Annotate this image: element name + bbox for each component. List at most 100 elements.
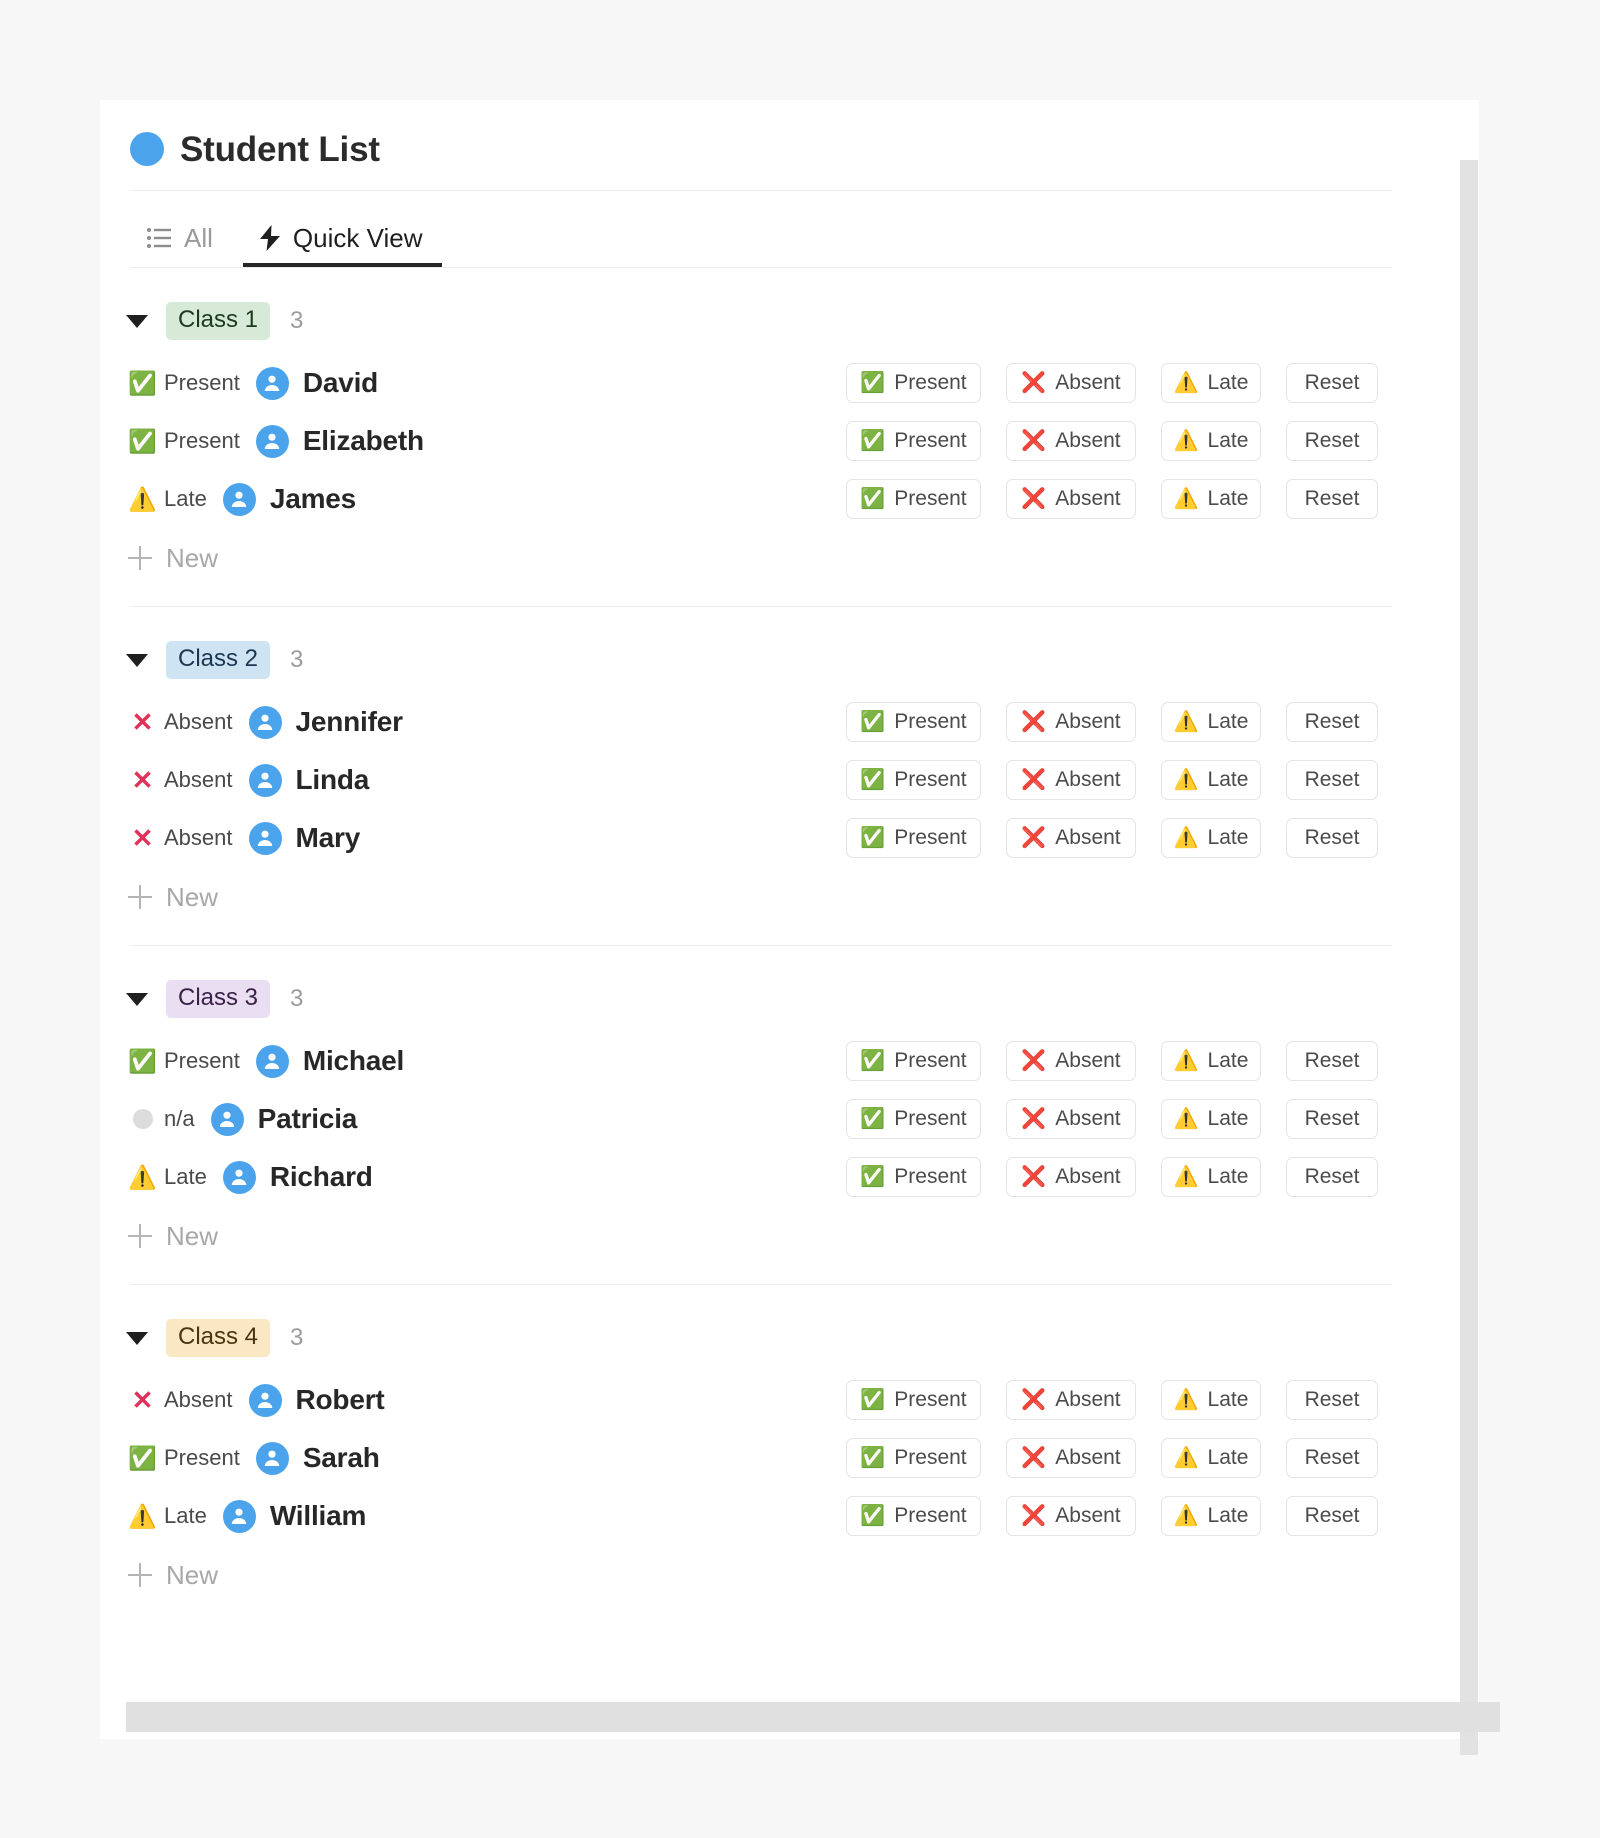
collapse-triangle-icon[interactable] xyxy=(126,653,148,667)
avatar xyxy=(222,1160,256,1194)
mark-absent-label: Absent xyxy=(1055,371,1121,394)
mark-present-button[interactable]: ✅ Present xyxy=(846,1157,981,1197)
mark-absent-button[interactable]: ❌ Absent xyxy=(1006,1438,1136,1478)
mark-reset-button[interactable]: Reset xyxy=(1286,818,1378,858)
mark-absent-button[interactable]: ❌ Absent xyxy=(1006,1496,1136,1536)
mark-absent-button[interactable]: ❌ Absent xyxy=(1006,1157,1136,1197)
status-late-icon: ⚠️ xyxy=(128,1502,157,1529)
collapse-triangle-icon[interactable] xyxy=(126,1331,148,1345)
mark-reset-button[interactable]: Reset xyxy=(1286,363,1378,403)
mark-late-label: Late xyxy=(1207,710,1249,733)
mark-reset-button[interactable]: Reset xyxy=(1286,702,1378,742)
mark-present-button[interactable]: ✅ Present xyxy=(846,1496,981,1536)
avatar xyxy=(222,482,256,516)
mark-late-button[interactable]: ⚠️ Late xyxy=(1161,421,1261,461)
mark-absent-button[interactable]: ❌ Absent xyxy=(1006,1380,1136,1420)
avatar xyxy=(255,1044,289,1078)
mark-present-label: Present xyxy=(894,1049,967,1072)
mark-reset-button[interactable]: Reset xyxy=(1286,760,1378,800)
green-check-box-icon: ✅ xyxy=(860,1447,886,1469)
mark-present-button[interactable]: ✅ Present xyxy=(846,479,981,519)
mark-present-button[interactable]: ✅ Present xyxy=(846,1438,981,1478)
student-status-label: Absent xyxy=(164,825,233,850)
mark-late-button[interactable]: ⚠️ Late xyxy=(1161,1041,1261,1081)
add-new-student-row[interactable]: New xyxy=(100,528,1422,572)
student-rows: ✅ Present David ✅ Present ❌ Absent ⚠️ Late Reset ✅… xyxy=(100,340,1422,528)
class-group-header[interactable]: Class 1 3 xyxy=(100,268,1422,340)
student-info: ✅ Present Sarah xyxy=(128,1441,830,1475)
mark-late-button[interactable]: ⚠️ Late xyxy=(1161,1099,1261,1139)
green-check-box-icon: ✅ xyxy=(860,1108,886,1130)
mark-reset-button[interactable]: Reset xyxy=(1286,1099,1378,1139)
mark-present-button[interactable]: ✅ Present xyxy=(846,421,981,461)
tab-all[interactable]: All xyxy=(130,207,233,267)
mark-late-button[interactable]: ⚠️ Late xyxy=(1161,479,1261,519)
add-new-student-row[interactable]: New xyxy=(100,867,1422,911)
mark-absent-button[interactable]: ❌ Absent xyxy=(1006,479,1136,519)
mark-reset-button[interactable]: Reset xyxy=(1286,421,1378,461)
add-new-student-row[interactable]: New xyxy=(100,1545,1422,1589)
student-info: ✕ Absent Jennifer xyxy=(130,705,830,739)
add-new-student-row[interactable]: New xyxy=(100,1206,1422,1250)
mark-late-button[interactable]: ⚠️ Late xyxy=(1161,1438,1261,1478)
student-status-label: Late xyxy=(164,486,207,511)
collapse-triangle-icon[interactable] xyxy=(126,314,148,328)
mark-absent-button[interactable]: ❌ Absent xyxy=(1006,760,1136,800)
red-cross-mark-icon: ❌ xyxy=(1021,1447,1047,1469)
class-group-header[interactable]: Class 3 3 xyxy=(100,946,1422,1018)
student-status: ✅ Present xyxy=(128,1048,240,1073)
mark-present-button[interactable]: ✅ Present xyxy=(846,818,981,858)
mark-late-button[interactable]: ⚠️ Late xyxy=(1161,1380,1261,1420)
red-cross-mark-icon: ❌ xyxy=(1021,488,1047,510)
mark-present-button[interactable]: ✅ Present xyxy=(846,760,981,800)
green-check-box-icon: ✅ xyxy=(860,1050,886,1072)
student-info: ✅ Present Elizabeth xyxy=(128,424,830,458)
mark-absent-button[interactable]: ❌ Absent xyxy=(1006,421,1136,461)
student-status-label: Present xyxy=(164,1048,240,1073)
warning-triangle-icon: ⚠️ xyxy=(1173,1389,1199,1411)
tab-quick-view[interactable]: Quick View xyxy=(242,207,443,267)
mark-reset-button[interactable]: Reset xyxy=(1286,1496,1378,1536)
mark-reset-button[interactable]: Reset xyxy=(1286,1041,1378,1081)
student-name: Sarah xyxy=(302,1442,380,1473)
status-absent-icon: ✕ xyxy=(131,1385,154,1415)
mark-late-button[interactable]: ⚠️ Late xyxy=(1161,1496,1261,1536)
student-name: Robert xyxy=(295,1384,385,1415)
mark-reset-button[interactable]: Reset xyxy=(1286,479,1378,519)
horizontal-scrollbar-thumb[interactable] xyxy=(126,1702,1500,1732)
status-present-icon: ✅ xyxy=(128,427,157,454)
vertical-scrollbar-thumb[interactable] xyxy=(1460,160,1478,1755)
student-status: ✕ Absent xyxy=(130,825,233,851)
mark-late-button[interactable]: ⚠️ Late xyxy=(1161,1157,1261,1197)
mark-absent-button[interactable]: ❌ Absent xyxy=(1006,1041,1136,1081)
collapse-triangle-icon[interactable] xyxy=(126,992,148,1006)
mark-absent-button[interactable]: ❌ Absent xyxy=(1006,363,1136,403)
mark-reset-button[interactable]: Reset xyxy=(1286,1438,1378,1478)
red-cross-mark-icon: ❌ xyxy=(1021,1389,1047,1411)
mark-reset-button[interactable]: Reset xyxy=(1286,1157,1378,1197)
mark-present-button[interactable]: ✅ Present xyxy=(846,1099,981,1139)
class-group: Class 2 3 ✕ Absent Jennifer ✅ Present ❌ Absent ⚠️… xyxy=(100,607,1422,946)
vertical-scrollbar-track[interactable] xyxy=(1459,130,1479,1755)
class-group: Class 4 3 ✕ Absent Robert ✅ Present ❌ Absent ⚠️ La… xyxy=(100,1285,1422,1589)
mark-absent-button[interactable]: ❌ Absent xyxy=(1006,818,1136,858)
plus-icon xyxy=(128,546,152,570)
class-group-header[interactable]: Class 2 3 xyxy=(100,607,1422,679)
mark-present-button[interactable]: ✅ Present xyxy=(846,1041,981,1081)
mark-late-button[interactable]: ⚠️ Late xyxy=(1161,363,1261,403)
mark-absent-button[interactable]: ❌ Absent xyxy=(1006,702,1136,742)
class-group-header[interactable]: Class 4 3 xyxy=(100,1285,1422,1357)
mark-present-label: Present xyxy=(894,1504,967,1527)
mark-present-button[interactable]: ✅ Present xyxy=(846,363,981,403)
mark-present-label: Present xyxy=(894,1165,967,1188)
mark-present-button[interactable]: ✅ Present xyxy=(846,1380,981,1420)
mark-reset-button[interactable]: Reset xyxy=(1286,1380,1378,1420)
mark-late-button[interactable]: ⚠️ Late xyxy=(1161,818,1261,858)
avatar xyxy=(222,1499,256,1533)
mark-late-button[interactable]: ⚠️ Late xyxy=(1161,760,1261,800)
student-name: James xyxy=(269,483,357,514)
mark-late-button[interactable]: ⚠️ Late xyxy=(1161,702,1261,742)
mark-absent-button[interactable]: ❌ Absent xyxy=(1006,1099,1136,1139)
mark-present-button[interactable]: ✅ Present xyxy=(846,702,981,742)
class-groups: Class 1 3 ✅ Present David ✅ Present ❌ Absent ⚠️ La… xyxy=(100,268,1422,1589)
